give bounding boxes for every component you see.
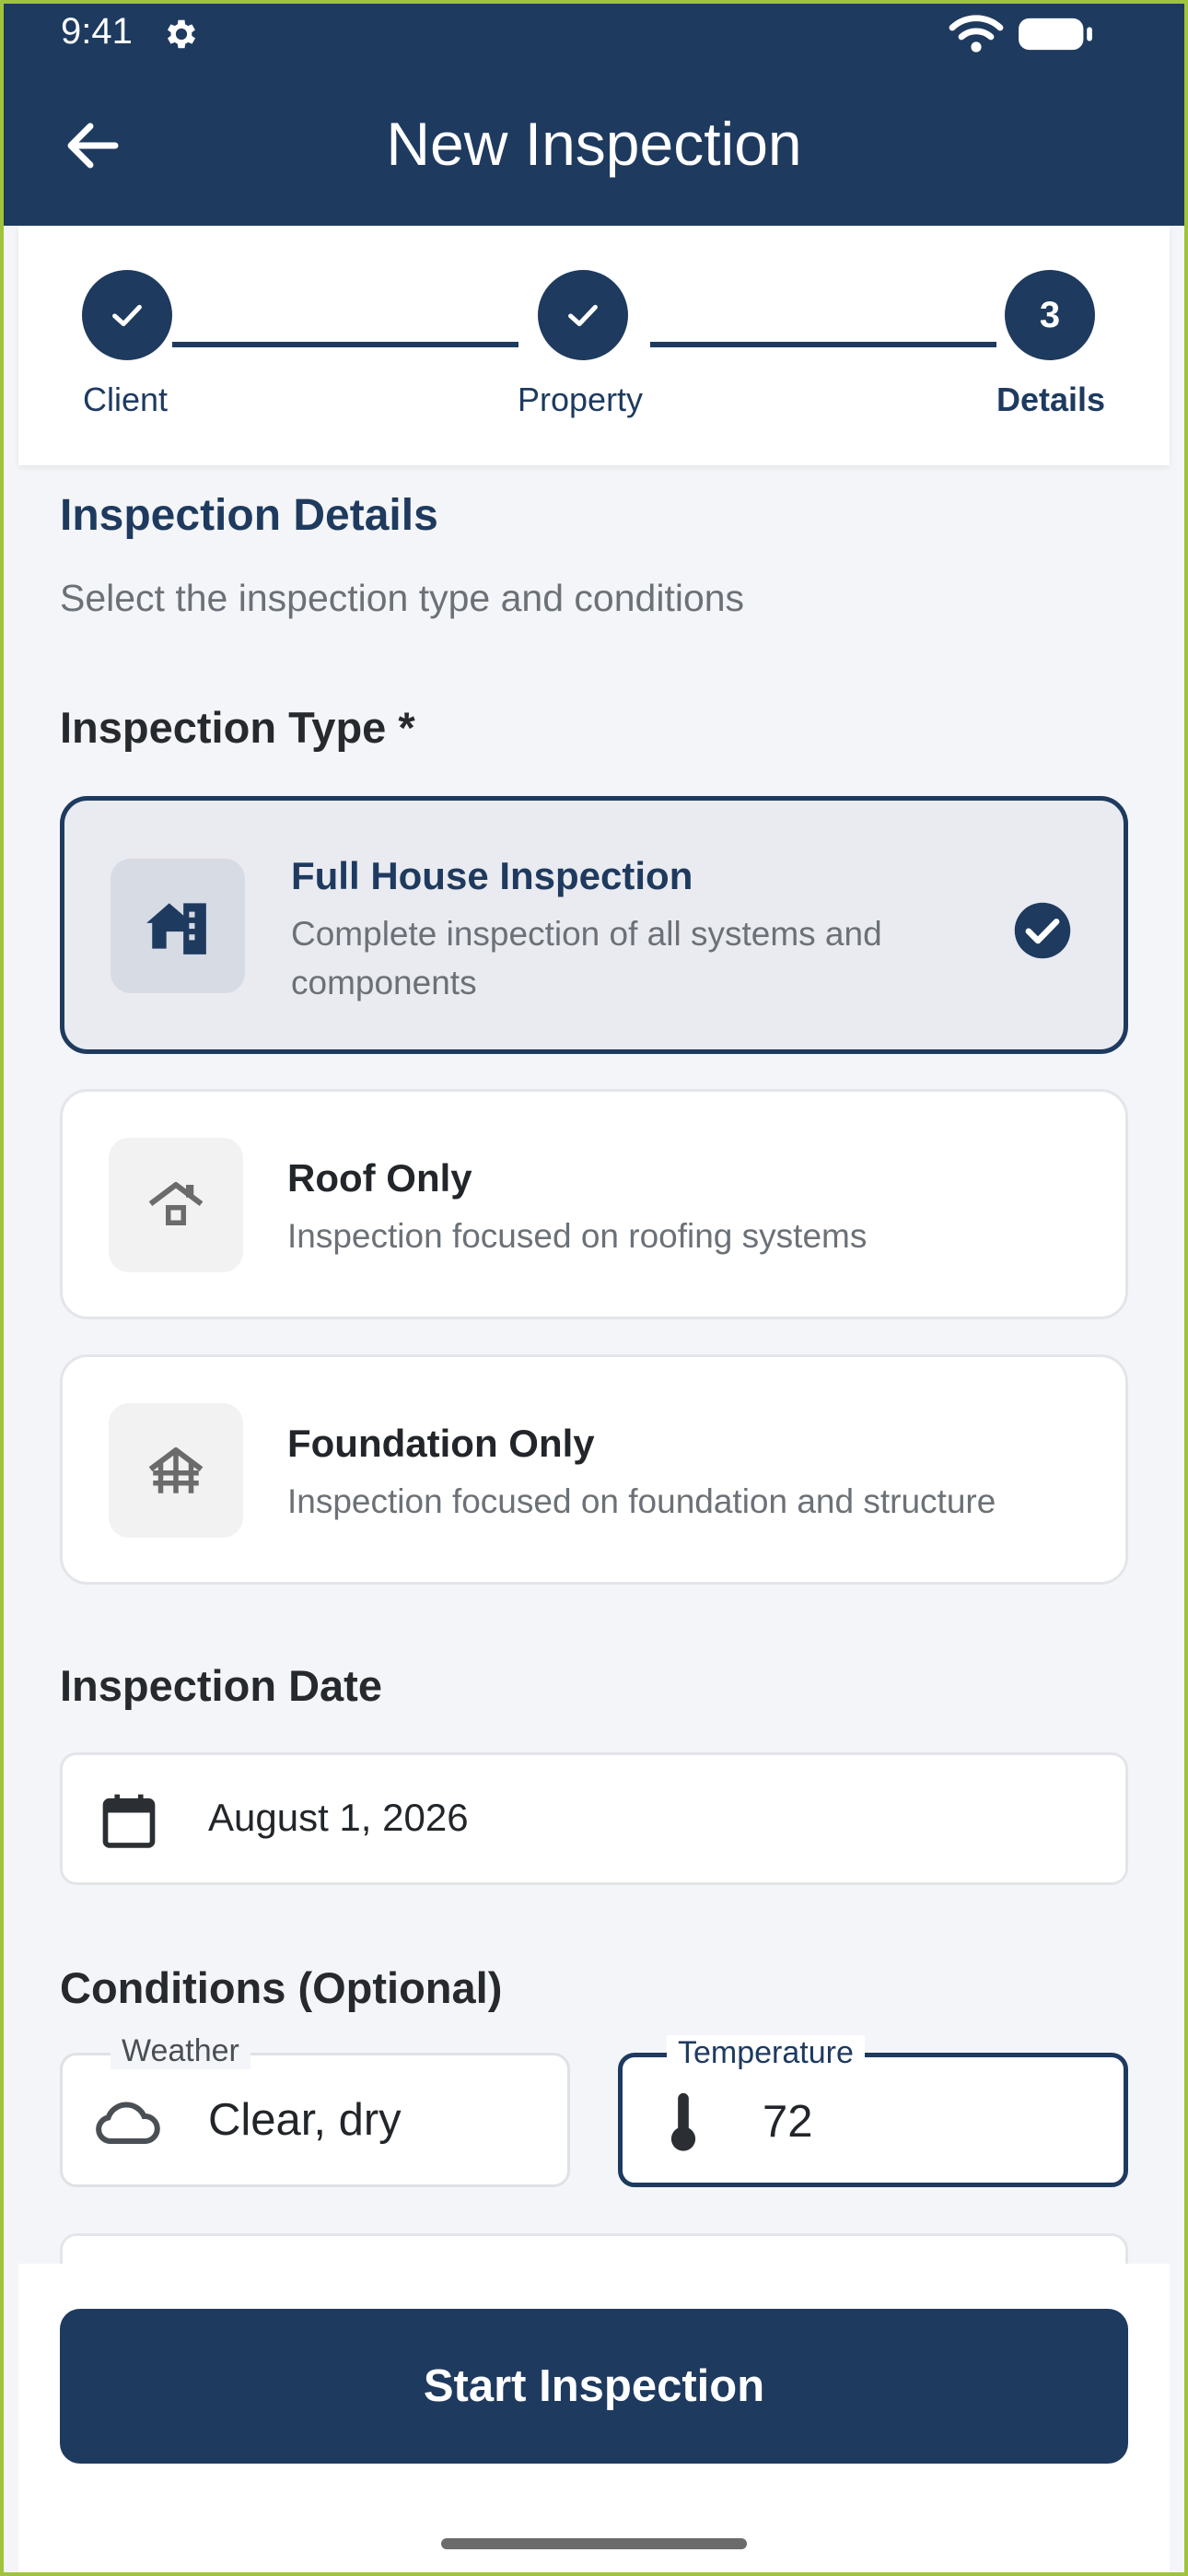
option-roof-only[interactable]: Roof Only Inspection focused on roofing … (60, 1089, 1128, 1319)
check-icon (568, 304, 598, 327)
temperature-field[interactable]: Temperature 72 (618, 2035, 1128, 2187)
inspection-date-value: August 1, 2026 (208, 1796, 469, 1839)
house-icon (111, 859, 245, 993)
option-title: Foundation Only (287, 1422, 595, 1465)
settings-icon (167, 19, 196, 49)
start-inspection-button[interactable]: Start Inspection (60, 2309, 1128, 2464)
weather-field-label: Weather (111, 2033, 250, 2069)
step-details-indicator[interactable]: 3 (1005, 270, 1095, 360)
section-title: Inspection Details (60, 491, 438, 540)
conditions-label: Conditions (Optional) (60, 1963, 503, 2012)
step-connector (172, 342, 518, 347)
status-time: 9:41 (61, 11, 133, 52)
step-label-details: Details (996, 381, 1106, 418)
step-number: 3 (1039, 294, 1061, 335)
option-description: Complete inspection of all systems and c… (291, 915, 882, 1001)
step-property-indicator[interactable] (538, 270, 628, 360)
foundation-icon (109, 1403, 243, 1538)
calendar-icon (102, 1794, 156, 1848)
step-client-indicator[interactable] (82, 270, 172, 360)
temperature-field-label: Temperature (667, 2035, 865, 2071)
home-indicator[interactable] (441, 2538, 747, 2549)
option-title: Roof Only (287, 1156, 472, 1200)
page-title: New Inspection (386, 110, 802, 178)
inspection-type-label: Inspection Type * (60, 703, 415, 752)
weather-value: Clear, dry (208, 2095, 402, 2145)
weather-field[interactable]: Weather Clear, dry (60, 2033, 570, 2187)
step-connector (650, 342, 996, 347)
check-icon (112, 304, 142, 327)
battery-icon (1019, 18, 1092, 51)
roof-icon (109, 1138, 243, 1272)
inspection-date-label: Inspection Date (60, 1661, 382, 1710)
option-foundation-only[interactable]: Foundation Only Inspection focused on fo… (60, 1354, 1128, 1585)
progress-stepper: 3 Client Property Details (18, 226, 1170, 465)
app-bar: 9:41 New Inspection (0, 0, 1188, 226)
option-description: Inspection focused on foundation and str… (287, 1482, 996, 1520)
option-full-house[interactable]: Full House Inspection Complete inspectio… (60, 796, 1128, 1054)
option-description: Inspection focused on roofing systems (287, 1217, 868, 1255)
section-subtitle: Select the inspection type and condition… (60, 577, 745, 619)
wifi-icon (949, 15, 1004, 53)
step-label-property: Property (518, 381, 644, 418)
temperature-value: 72 (763, 2097, 813, 2147)
thermometer-icon (670, 2092, 696, 2151)
cloud-icon (96, 2102, 160, 2144)
option-title: Full House Inspection (291, 854, 693, 897)
check-circle-icon (1014, 902, 1071, 959)
inspection-date-field[interactable]: August 1, 2026 (60, 1752, 1128, 1885)
step-label-client: Client (83, 381, 169, 418)
